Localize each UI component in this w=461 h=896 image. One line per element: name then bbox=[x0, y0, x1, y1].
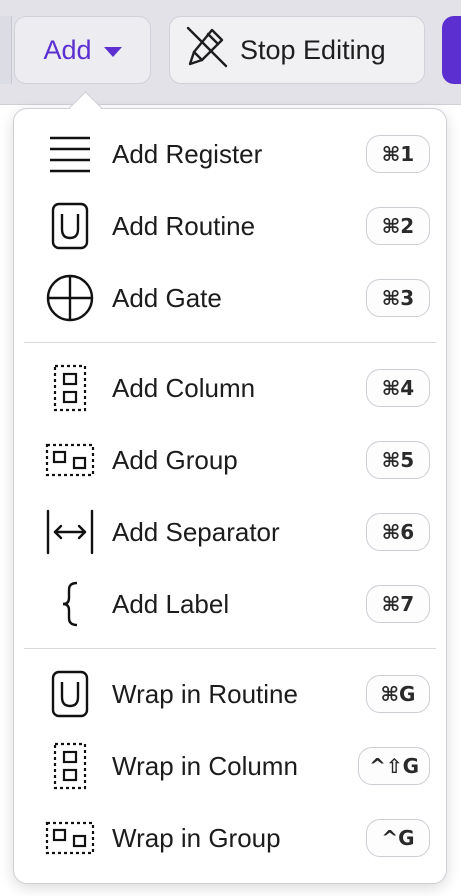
add-menu: Add Register ⌘1 Add Routine ⌘2 Add Gate … bbox=[13, 108, 447, 884]
shortcut-badge: ⌘6 bbox=[366, 513, 430, 551]
menu-item-label: Add Label bbox=[112, 589, 230, 619]
shortcut-badge: ^⇧G bbox=[358, 747, 430, 785]
menu-item-add-separator[interactable]: Add Separator ⌘6 bbox=[14, 496, 446, 568]
shortcut-badge: ⌘1 bbox=[366, 135, 430, 173]
menu-item-label: Add Gate bbox=[112, 283, 222, 313]
toolbar: Add Stop Editing bbox=[0, 0, 461, 105]
toolbar-left-segment[interactable] bbox=[0, 16, 12, 84]
shortcut-badge: ⌘2 bbox=[366, 207, 430, 245]
add-button-label: Add bbox=[43, 34, 92, 65]
shortcut-badge: ⌘5 bbox=[366, 441, 430, 479]
add-dropdown-button[interactable]: Add bbox=[14, 16, 151, 84]
label-brace-icon bbox=[44, 580, 96, 628]
column-icon bbox=[44, 364, 96, 412]
shortcut-badge: ^G bbox=[366, 819, 430, 857]
menu-item-wrap-in-column[interactable]: Wrap in Column ^⇧G bbox=[14, 730, 446, 802]
stop-editing-button[interactable]: Stop Editing bbox=[169, 16, 425, 84]
menu-item-add-gate[interactable]: Add Gate ⌘3 bbox=[14, 262, 446, 334]
shortcut-badge: ⌘3 bbox=[366, 279, 430, 317]
pencil-slash-icon bbox=[182, 22, 232, 79]
menu-item-add-routine[interactable]: Add Routine ⌘2 bbox=[14, 190, 446, 262]
menu-item-wrap-in-group[interactable]: Wrap in Group ^G bbox=[14, 802, 446, 874]
routine-icon bbox=[44, 202, 96, 250]
primary-action-button[interactable] bbox=[442, 16, 461, 84]
menu-item-add-label[interactable]: Add Label ⌘7 bbox=[14, 568, 446, 640]
menu-item-label: Add Separator bbox=[112, 517, 280, 547]
register-icon bbox=[44, 130, 96, 178]
group-icon bbox=[44, 436, 96, 484]
routine-icon bbox=[44, 670, 96, 718]
shortcut-badge: ⌘7 bbox=[366, 585, 430, 623]
shortcut-badge: ⌘G bbox=[366, 675, 430, 713]
menu-item-label: Wrap in Routine bbox=[112, 679, 298, 709]
gate-icon bbox=[44, 274, 96, 322]
menu-item-label: Add Group bbox=[112, 445, 238, 475]
menu-divider bbox=[24, 648, 436, 649]
menu-divider bbox=[24, 342, 436, 343]
menu-item-label: Add Column bbox=[112, 373, 256, 403]
separator-icon bbox=[44, 508, 96, 556]
menu-item-label: Wrap in Group bbox=[112, 823, 281, 853]
menu-item-add-group[interactable]: Add Group ⌘5 bbox=[14, 424, 446, 496]
column-icon bbox=[44, 742, 96, 790]
menu-item-label: Add Register bbox=[112, 139, 263, 169]
menu-item-label: Wrap in Column bbox=[112, 751, 298, 781]
caret-down-icon bbox=[103, 46, 122, 57]
shortcut-badge: ⌘4 bbox=[366, 369, 430, 407]
menu-item-add-column[interactable]: Add Column ⌘4 bbox=[14, 352, 446, 424]
menu-item-add-register[interactable]: Add Register ⌘1 bbox=[14, 118, 446, 190]
stop-editing-label: Stop Editing bbox=[240, 34, 386, 65]
group-icon bbox=[44, 814, 96, 862]
menu-item-label: Add Routine bbox=[112, 211, 256, 241]
menu-item-wrap-in-routine[interactable]: Wrap in Routine ⌘G bbox=[14, 658, 446, 730]
